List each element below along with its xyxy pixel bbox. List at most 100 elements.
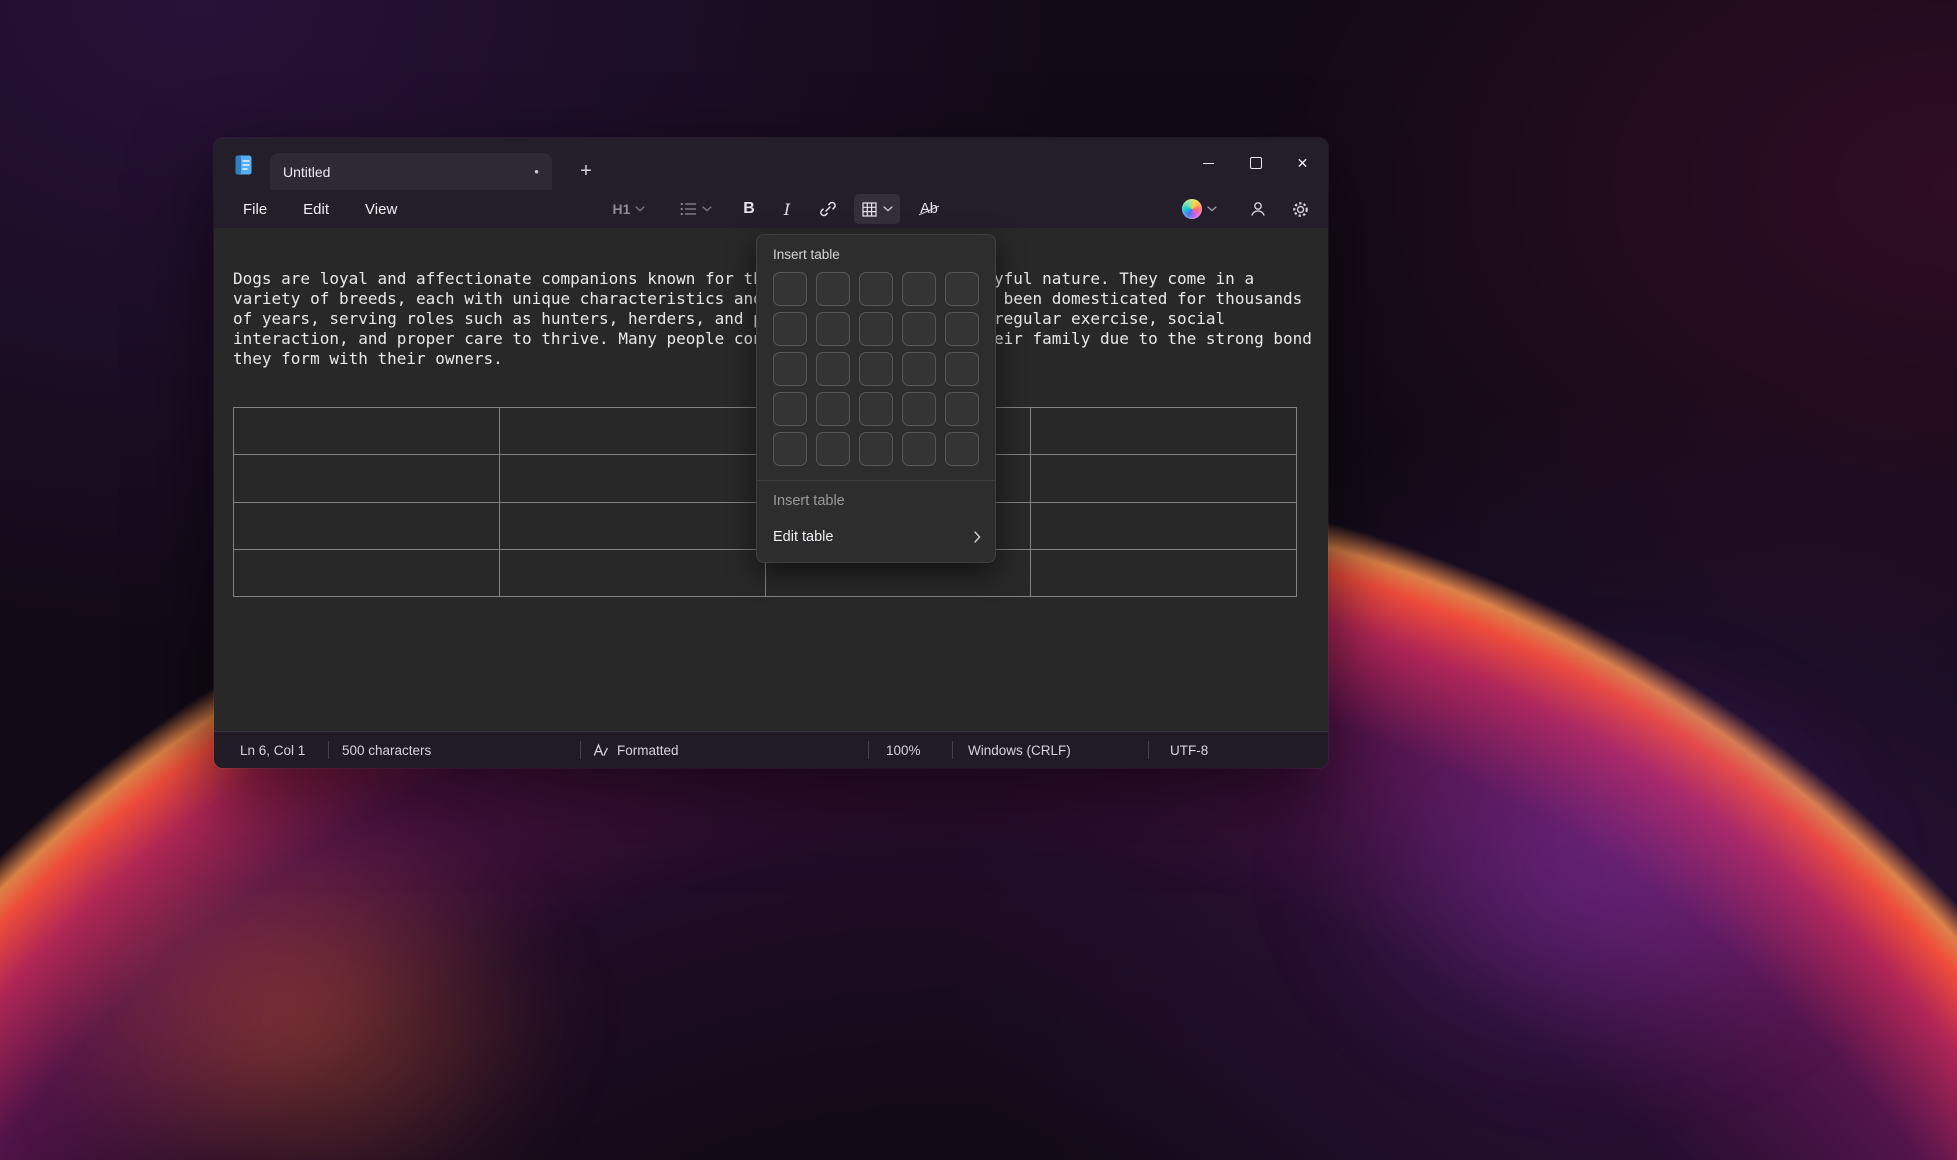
table-cell[interactable] bbox=[234, 455, 500, 502]
bold-label: B bbox=[743, 200, 755, 218]
insert-table-button[interactable] bbox=[854, 194, 900, 224]
table-cell[interactable] bbox=[500, 503, 766, 550]
statusbar-formatted-section: Formatted bbox=[580, 732, 868, 768]
table-size-cell[interactable] bbox=[945, 312, 979, 346]
table-cell[interactable] bbox=[500, 550, 766, 597]
copilot-icon bbox=[1182, 199, 1202, 219]
table-size-cell[interactable] bbox=[816, 392, 850, 426]
statusbar-encoding-section: UTF-8 bbox=[1148, 732, 1328, 768]
bulleted-list-icon bbox=[680, 202, 697, 216]
table-size-cell[interactable] bbox=[945, 352, 979, 386]
table-size-cell[interactable] bbox=[859, 432, 893, 466]
maximize-button[interactable] bbox=[1232, 138, 1279, 188]
heading-label: H1 bbox=[613, 201, 631, 217]
table-size-cell[interactable] bbox=[773, 392, 807, 426]
encoding: UTF-8 bbox=[1170, 743, 1208, 758]
table-size-cell[interactable] bbox=[816, 272, 850, 306]
insert-table-menu-item[interactable]: Insert table bbox=[757, 484, 995, 518]
table-cell[interactable] bbox=[1031, 408, 1297, 455]
table-cell[interactable] bbox=[1031, 503, 1297, 550]
zoom-level: 100% bbox=[886, 743, 921, 758]
notepad-window: Untitled ● + ✕ File Edit View H1 bbox=[214, 138, 1328, 768]
settings-gear-icon bbox=[1291, 200, 1310, 219]
table-size-cell[interactable] bbox=[773, 312, 807, 346]
statusbar-eol-section: Windows (CRLF) bbox=[952, 732, 1148, 768]
minimize-button[interactable] bbox=[1185, 138, 1232, 188]
table-size-cell[interactable] bbox=[902, 352, 936, 386]
character-count: 500 characters bbox=[342, 743, 431, 758]
clear-formatting-button[interactable]: Ab bbox=[910, 194, 948, 224]
settings-button[interactable] bbox=[1280, 194, 1320, 224]
italic-button[interactable]: I bbox=[770, 194, 804, 224]
statusbar-cursor-section: Ln 6, Col 1 bbox=[214, 732, 328, 768]
close-button[interactable]: ✕ bbox=[1279, 138, 1326, 188]
table-icon bbox=[861, 201, 878, 218]
toolbar: File Edit View H1 B I bbox=[214, 190, 1328, 228]
edit-table-menu-item[interactable]: Edit table bbox=[757, 518, 995, 556]
link-button[interactable] bbox=[810, 194, 846, 224]
table-cell[interactable] bbox=[234, 503, 500, 550]
formatted-icon bbox=[592, 742, 609, 758]
table-cell[interactable] bbox=[1031, 550, 1297, 597]
bold-button[interactable]: B bbox=[732, 194, 766, 224]
table-size-cell[interactable] bbox=[902, 312, 936, 346]
table-size-cell[interactable] bbox=[902, 432, 936, 466]
table-cell[interactable] bbox=[500, 455, 766, 502]
table-size-cell[interactable] bbox=[816, 312, 850, 346]
heading-style-button[interactable]: H1 bbox=[602, 194, 656, 224]
tab-title: Untitled bbox=[283, 164, 330, 180]
table-size-cell[interactable] bbox=[773, 272, 807, 306]
table-size-cell[interactable] bbox=[773, 352, 807, 386]
chevron-down-icon bbox=[883, 206, 893, 212]
editor-area[interactable]: Dogs are loyal and affectionate companio… bbox=[214, 228, 1328, 731]
table-size-cell[interactable] bbox=[945, 392, 979, 426]
table-size-cell[interactable] bbox=[859, 352, 893, 386]
table-size-cell[interactable] bbox=[816, 352, 850, 386]
table-cell[interactable] bbox=[1031, 455, 1297, 502]
menu-view[interactable]: View bbox=[352, 195, 410, 224]
menu-file[interactable]: File bbox=[230, 195, 280, 224]
table-size-cell[interactable] bbox=[945, 432, 979, 466]
italic-label: I bbox=[784, 200, 790, 219]
table-size-cell[interactable] bbox=[859, 392, 893, 426]
chevron-down-icon bbox=[702, 206, 712, 212]
table-size-cell[interactable] bbox=[859, 312, 893, 346]
table-size-cell[interactable] bbox=[902, 272, 936, 306]
notepad-app-icon bbox=[231, 153, 255, 177]
account-icon bbox=[1248, 199, 1268, 219]
cursor-position: Ln 6, Col 1 bbox=[240, 743, 305, 758]
minimize-icon bbox=[1203, 163, 1214, 164]
window-controls: ✕ bbox=[1185, 138, 1326, 188]
table-size-cell[interactable] bbox=[945, 272, 979, 306]
formatted-label: Formatted bbox=[617, 743, 679, 758]
account-button[interactable] bbox=[1238, 194, 1278, 224]
table-cell[interactable] bbox=[234, 408, 500, 455]
table-size-cell[interactable] bbox=[902, 392, 936, 426]
maximize-icon bbox=[1250, 157, 1262, 169]
menu-edit[interactable]: Edit bbox=[290, 195, 342, 224]
table-size-grid bbox=[773, 272, 979, 466]
unsaved-indicator-dot: ● bbox=[534, 168, 539, 176]
edit-table-label: Edit table bbox=[773, 529, 833, 545]
statusbar-characters-section: 500 characters bbox=[328, 732, 580, 768]
table-size-cell[interactable] bbox=[773, 432, 807, 466]
chevron-down-icon bbox=[635, 206, 645, 212]
close-icon: ✕ bbox=[1297, 156, 1309, 170]
table-size-cell[interactable] bbox=[859, 272, 893, 306]
chevron-down-icon bbox=[1207, 206, 1217, 212]
table-size-cell[interactable] bbox=[816, 432, 850, 466]
table-cell[interactable] bbox=[234, 550, 500, 597]
line-ending: Windows (CRLF) bbox=[968, 743, 1071, 758]
copilot-button[interactable] bbox=[1174, 194, 1224, 224]
insert-table-menu-title: Insert table bbox=[757, 235, 995, 272]
link-icon bbox=[819, 200, 837, 218]
titlebar: Untitled ● + ✕ bbox=[214, 138, 1328, 190]
insert-table-menu: Insert table Insert table Edit table bbox=[756, 234, 996, 563]
tab-untitled[interactable]: Untitled ● bbox=[270, 153, 552, 190]
status-bar: Ln 6, Col 1 500 characters Formatted 100… bbox=[214, 731, 1328, 768]
table-cell[interactable] bbox=[500, 408, 766, 455]
list-button[interactable] bbox=[670, 194, 722, 224]
menu-divider bbox=[757, 480, 995, 481]
new-tab-button[interactable]: + bbox=[571, 156, 601, 186]
chevron-right-icon bbox=[974, 531, 981, 543]
